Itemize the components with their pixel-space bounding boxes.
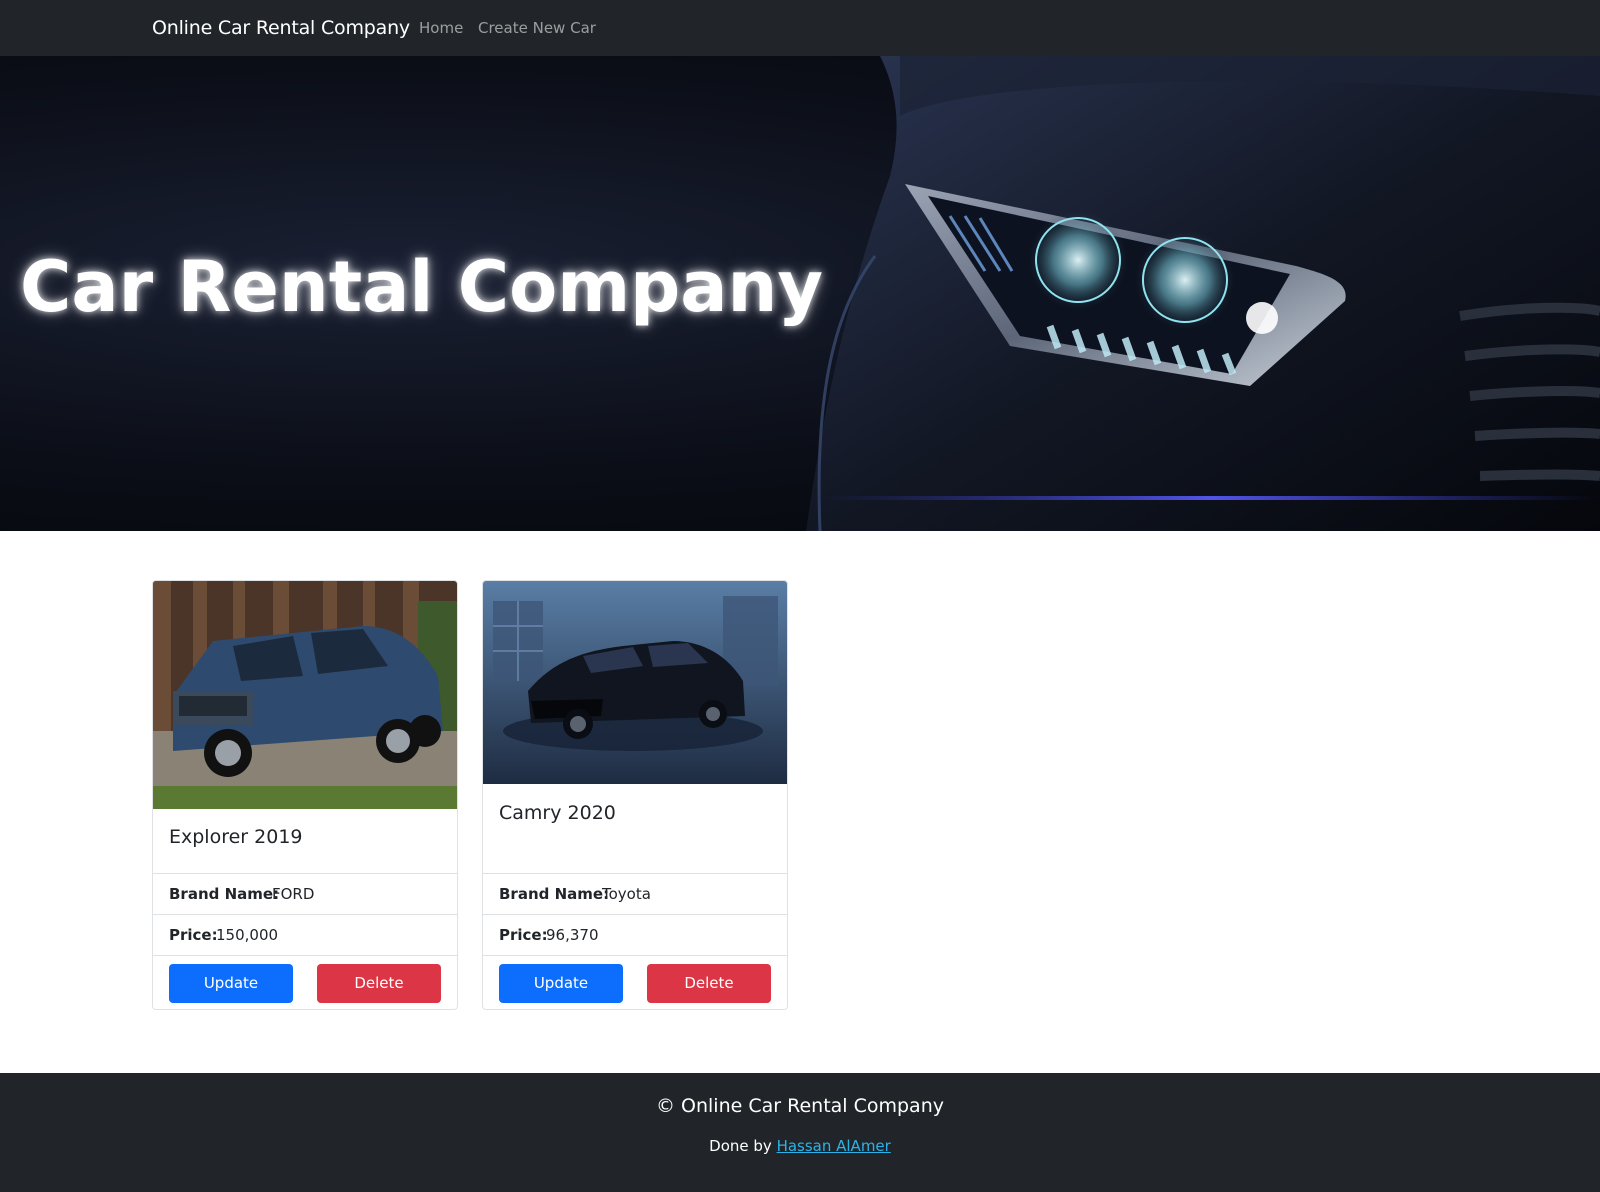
footer-copyright: © Online Car Rental Company <box>655 1095 944 1117</box>
hero-banner: Car Rental Company <box>0 56 1600 531</box>
footer: © Online Car Rental Company Done by Hass… <box>0 1073 1600 1192</box>
price-label: Price: <box>499 926 548 944</box>
price-row: Price: 96,370 <box>483 914 787 955</box>
brand-row: Brand Name: FORD <box>153 873 457 914</box>
nav-link-create-new-car[interactable]: Create New Car <box>478 19 596 37</box>
price-value: 96,370 <box>546 926 599 944</box>
hero-title: Car Rental Company <box>20 246 823 328</box>
brand-value: Toyota <box>602 885 651 903</box>
navbar: Online Car Rental Company Home Create Ne… <box>0 0 1600 56</box>
update-button[interactable]: Update <box>499 964 623 1003</box>
car-image <box>483 581 787 784</box>
car-image <box>153 581 457 809</box>
car-card: Camry 2020 Brand Name: Toyota Price: 96,… <box>482 580 788 1010</box>
price-value: 150,000 <box>216 926 279 944</box>
brand-row: Brand Name: Toyota <box>483 873 787 914</box>
update-button[interactable]: Update <box>169 964 293 1003</box>
brand-value: FORD <box>272 885 315 903</box>
credit-prefix: Done by <box>709 1137 777 1155</box>
card-actions: Update Delete <box>153 955 457 1009</box>
card-actions: Update Delete <box>483 955 787 1009</box>
brand-label: Brand Name: <box>169 885 280 903</box>
author-link[interactable]: Hassan AlAmer <box>777 1137 891 1155</box>
delete-button[interactable]: Delete <box>647 964 771 1003</box>
footer-credit: Done by Hassan AlAmer <box>0 1137 1600 1155</box>
car-title: Camry 2020 <box>499 802 616 824</box>
price-label: Price: <box>169 926 218 944</box>
car-title: Explorer 2019 <box>169 826 303 848</box>
brand-label: Brand Name: <box>499 885 610 903</box>
delete-button[interactable]: Delete <box>317 964 441 1003</box>
navbar-brand[interactable]: Online Car Rental Company <box>152 17 410 39</box>
car-card: Explorer 2019 Brand Name: FORD Price: 15… <box>152 580 458 1010</box>
price-row: Price: 150,000 <box>153 914 457 955</box>
nav-link-home[interactable]: Home <box>419 19 463 37</box>
